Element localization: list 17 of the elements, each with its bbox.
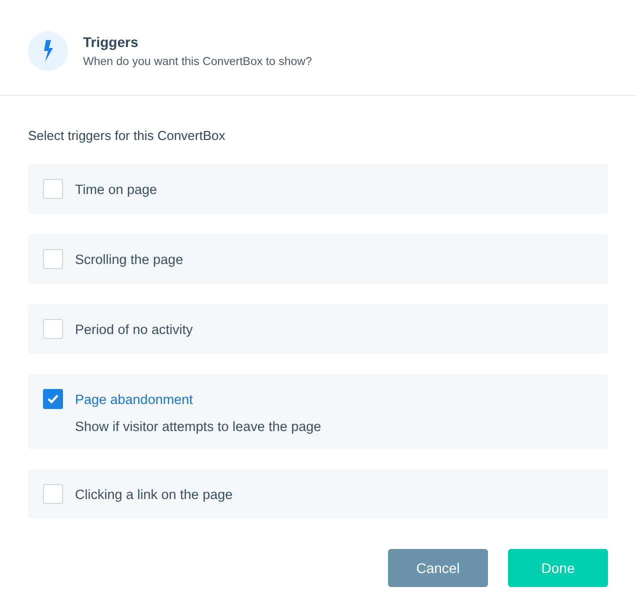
trigger-option[interactable]: Scrolling the page xyxy=(28,234,608,284)
trigger-label: Time on page xyxy=(75,182,158,196)
section-label: Select triggers for this ConvertBox xyxy=(28,128,226,143)
trigger-label: Clicking a link on the page xyxy=(75,486,233,502)
checkbox[interactable] xyxy=(43,389,63,409)
trigger-label: Page abandonment xyxy=(75,392,193,406)
checkmark-icon xyxy=(47,394,59,404)
dialog-title: Triggers xyxy=(83,34,140,50)
lightning-icon xyxy=(41,40,55,62)
dialog-subtitle: When do you want this ConvertBox to show? xyxy=(83,56,312,68)
trigger-option[interactable]: Time on page xyxy=(28,164,608,214)
trigger-option[interactable]: Page abandonment Show if visitor attempts to leave the page xyxy=(28,374,608,449)
trigger-label: Scrolling the page xyxy=(75,252,184,266)
trigger-option[interactable]: Clicking a link on the page xyxy=(28,469,608,519)
trigger-label: Period of no activity xyxy=(75,322,193,336)
trigger-description: Show if visitor attempts to leave the page xyxy=(75,419,322,434)
trigger-option[interactable]: Period of no activity xyxy=(28,304,608,354)
